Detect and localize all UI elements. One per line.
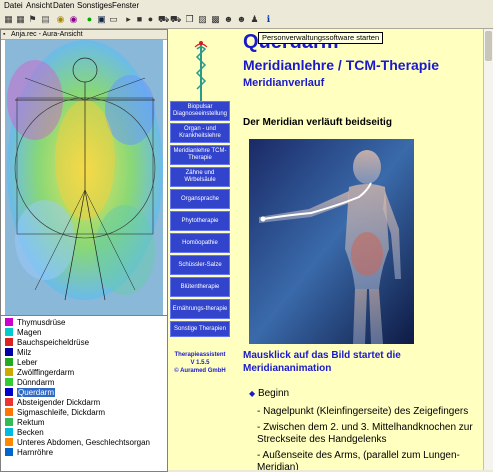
section-heading: Meridianverlauf bbox=[243, 77, 325, 89]
aura-figure-image[interactable] bbox=[5, 40, 163, 315]
menu-sonstiges[interactable]: Sonstiges bbox=[77, 1, 112, 10]
globe-icon[interactable]: ◉ bbox=[55, 14, 66, 25]
window-title: Anja.rec - Aura-Ansicht bbox=[11, 31, 83, 38]
aura-view-window: ▪ Anja.rec - Aura-Ansicht bbox=[0, 29, 168, 316]
menu-fenster[interactable]: Fenster bbox=[112, 1, 139, 10]
color-swatch bbox=[5, 328, 13, 336]
color-swatch bbox=[5, 448, 13, 456]
nav-biopulsar[interactable]: Biopulsar Diagnoseeinstellung bbox=[170, 101, 230, 121]
list-item-selected[interactable]: Querdarm bbox=[5, 388, 56, 398]
car-icon[interactable]: ⛟ bbox=[170, 14, 181, 25]
nav-ernaehrung[interactable]: Ernährungs-therapie bbox=[170, 299, 230, 319]
list-item[interactable]: Rektum bbox=[5, 418, 45, 428]
meridian-note: Der Meridian verläuft beidseitig bbox=[243, 117, 392, 128]
list-item[interactable]: Magen bbox=[5, 328, 41, 338]
nav-column: Biopulsar Diagnoseeinstellung Organ - un… bbox=[168, 29, 232, 470]
chart-icon[interactable]: ▤ bbox=[40, 14, 51, 25]
app-name: Therapieassistent bbox=[174, 352, 226, 358]
person-icon[interactable]: ☻ bbox=[236, 14, 247, 25]
grid-icon[interactable]: ▦ bbox=[3, 14, 14, 25]
list-item[interactable]: Sigmaschleife, Dickdarm bbox=[5, 408, 105, 418]
toolbar: ▦ ▦ ⚑ ▤ ◉ ◉ ● ▣ ▭ ▸ ■ ● ⛟ ⛟ ❐ ▨ ▩ ☻ ☻ ♟ … bbox=[0, 12, 493, 29]
color-swatch bbox=[5, 418, 13, 426]
nav-schuessler[interactable]: Schüssler-Salze bbox=[170, 255, 230, 275]
list-item[interactable]: Unteres Abdomen, Geschlechtsorgan bbox=[5, 438, 150, 448]
save-icon[interactable]: ▣ bbox=[96, 14, 107, 25]
copy-icon[interactable]: ❐ bbox=[184, 14, 195, 25]
color-swatch bbox=[5, 428, 13, 436]
vertical-scrollbar[interactable] bbox=[483, 29, 493, 470]
image-icon[interactable]: ▩ bbox=[210, 14, 221, 25]
person-icon[interactable]: ♟ bbox=[249, 14, 260, 25]
bullet-icon: ◆ bbox=[249, 389, 256, 398]
animation-caption: Mausklick auf das Bild startet die Merid… bbox=[243, 350, 401, 374]
color-swatch bbox=[5, 338, 13, 346]
color-swatch bbox=[5, 368, 13, 376]
print-icon[interactable]: ▭ bbox=[108, 14, 119, 25]
info-icon[interactable]: ℹ bbox=[263, 14, 274, 25]
beginn-item: ◆ Beginn bbox=[249, 388, 289, 399]
flag-icon[interactable]: ⚑ bbox=[27, 14, 38, 25]
menu-daten[interactable]: Daten bbox=[53, 1, 74, 10]
tooltip: Personverwaltungssoftware starten bbox=[258, 32, 384, 44]
content-area: Querdarm Meridianlehre / TCM-Therapie Me… bbox=[235, 29, 484, 470]
list-item[interactable]: Becken bbox=[5, 428, 44, 438]
list-item[interactable]: Dünndarm bbox=[5, 378, 54, 388]
color-swatch bbox=[5, 348, 13, 356]
list-item[interactable]: Zwölffingerdarm bbox=[5, 368, 74, 378]
list-item[interactable]: Absteigender Dickdarm bbox=[5, 398, 100, 408]
grid-icon[interactable]: ▦ bbox=[15, 14, 26, 25]
app-copyright: © Auramed GmbH bbox=[174, 368, 226, 374]
stop-icon[interactable]: ■ bbox=[134, 14, 145, 25]
meridian-animation-image[interactable] bbox=[249, 139, 414, 344]
image-icon[interactable]: ▨ bbox=[197, 14, 208, 25]
list-item[interactable]: Harnröhre bbox=[5, 448, 53, 458]
nav-sonstige[interactable]: Sonstige Therapien bbox=[170, 321, 230, 337]
therapy-assistant-pane: Biopulsar Diagnoseeinstellung Organ - un… bbox=[167, 29, 484, 470]
window-titlebar: ▪ Anja.rec - Aura-Ansicht bbox=[1, 30, 167, 40]
app-version: V 1.5.5 bbox=[190, 360, 210, 366]
color-swatch bbox=[5, 318, 13, 326]
color-swatch bbox=[5, 398, 13, 406]
list-item[interactable]: Milz bbox=[5, 348, 31, 358]
list-item[interactable]: Bauchspeicheldrüse bbox=[5, 338, 89, 348]
nav-phytotherapie[interactable]: Phytotherapie bbox=[170, 211, 230, 231]
app-info: Therapieassistent V 1.5.5 © Auramed GmbH bbox=[168, 351, 232, 375]
list-item[interactable]: Thymusdrüse bbox=[5, 318, 65, 328]
nav-zaehne[interactable]: Zähne und Wirbelsäule bbox=[170, 167, 230, 187]
nav-organsprache[interactable]: Organsprache bbox=[170, 189, 230, 209]
page-subtitle: Meridianlehre / TCM-Therapie bbox=[243, 57, 440, 73]
person-icon[interactable]: ☻ bbox=[223, 14, 234, 25]
meridian-point: - Nagelpunkt (Kleinfingerseite) des Zeig… bbox=[257, 406, 469, 417]
color-swatch bbox=[5, 408, 13, 416]
nav-meridianlehre[interactable]: Meridianlehre TCM-Therapie bbox=[170, 145, 230, 165]
record-icon[interactable]: ● bbox=[84, 14, 95, 25]
meridian-list: Thymusdrüse Magen Bauchspeicheldrüse Mil… bbox=[0, 315, 168, 472]
menu-datei[interactable]: Datei bbox=[4, 1, 23, 10]
car-icon[interactable]: ⛟ bbox=[158, 14, 169, 25]
step-icon[interactable]: ● bbox=[145, 14, 156, 25]
window-icon: ▪ bbox=[3, 31, 6, 38]
globe-icon[interactable]: ◉ bbox=[68, 14, 79, 25]
scrollbar-thumb[interactable] bbox=[485, 31, 492, 61]
list-item[interactable]: Leber bbox=[5, 358, 37, 368]
meridian-point: Meridian) bbox=[257, 462, 299, 470]
beginn-label: Beginn bbox=[257, 388, 290, 399]
color-swatch bbox=[5, 438, 13, 446]
menu-ansicht[interactable]: Ansicht bbox=[26, 1, 52, 10]
nav-homoeopathie[interactable]: Homöopathie bbox=[170, 233, 230, 253]
color-swatch bbox=[5, 378, 13, 386]
color-swatch bbox=[5, 388, 13, 396]
color-swatch bbox=[5, 358, 13, 366]
play-icon[interactable]: ▸ bbox=[123, 14, 134, 25]
nav-bluetentherapie[interactable]: Blütentherapie bbox=[170, 277, 230, 297]
nav-organlehre[interactable]: Organ - und Krankheitslehre bbox=[170, 123, 230, 143]
meridian-point: - Außenseite des Arms, (parallel zum Lun… bbox=[257, 450, 460, 461]
meridian-point: Streckseite des Handgelenks bbox=[257, 434, 387, 445]
meridian-point: - Zwischen dem 2. und 3. Mittelhandknoch… bbox=[257, 422, 473, 433]
